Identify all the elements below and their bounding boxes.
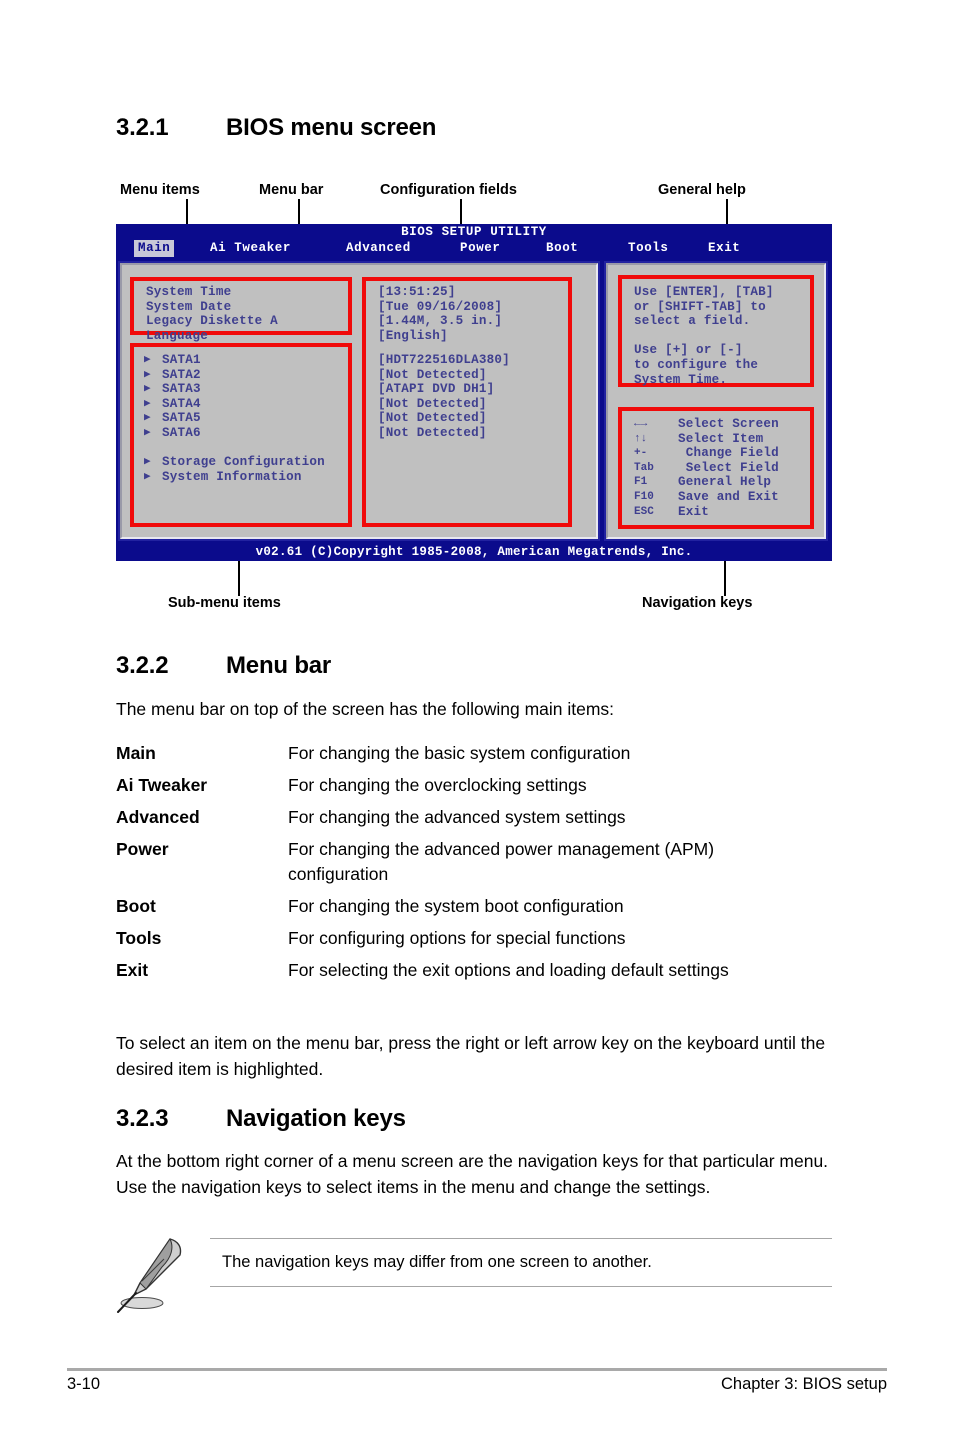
heading-3-2-3-title: Navigation keys [226, 1105, 406, 1132]
navigation-key-labels: Select Screen Select Item Change Field S… [678, 417, 779, 519]
callout-configuration-fields: Configuration fields [380, 182, 517, 198]
definition-row: Power For changing the advanced power ma… [116, 837, 856, 887]
bios-tab-ai-tweaker[interactable]: Ai Tweaker [206, 240, 295, 257]
bios-tab-main[interactable]: Main [134, 240, 175, 257]
definition-term-power: Power [116, 839, 169, 859]
manual-page: 3.2.1 BIOS menu screen Menu items Menu ba… [0, 0, 954, 1438]
bios-tab-boot[interactable]: Boot [542, 240, 582, 257]
callout-general-help: General help [658, 182, 746, 198]
definition-row: Advanced For changing the advanced syste… [116, 805, 856, 830]
bios-main-panel: System Time System Date Legacy Diskette … [120, 263, 598, 539]
submenu-arrow-icon-group-2: ▶ ▶ [144, 456, 151, 483]
callout-navigation-keys: Navigation keys [642, 595, 753, 611]
heading-3-2-2-title: Menu bar [226, 652, 332, 679]
bios-menu-items-config[interactable]: Storage Configuration System Information [162, 455, 325, 484]
select-item-paragraph: To select an item on the menu bar, press… [116, 1033, 826, 1079]
definition-desc-main: For changing the basic system configurat… [288, 743, 631, 763]
definition-desc-tools: For configuring options for special func… [288, 928, 626, 948]
note-text: The navigation keys may differ from one … [222, 1253, 652, 1271]
heading-3-2-3-number: 3.2.3 [116, 1105, 169, 1132]
definition-row: Tools For configuring options for specia… [116, 926, 856, 951]
definition-term-tools: Tools [116, 928, 162, 948]
bios-menu-bar: Main Ai Tweaker Advanced Power Boot Tool… [116, 240, 832, 258]
bios-config-fields-group2[interactable]: [HDT722516DLA380] [Not Detected] [ATAPI … [378, 353, 510, 441]
definition-row: Exit For selecting the exit options and … [116, 958, 856, 983]
bios-setup-screen: BIOS SETUP UTILITY Main Ai Tweaker Advan… [116, 224, 832, 561]
definition-desc-boot: For changing the system boot configurati… [288, 896, 624, 916]
page-number: 3-10 [67, 1375, 101, 1393]
bios-config-fields-group1[interactable]: [13:51:25] [Tue 09/16/2008] [1.44M, 3.5 … [378, 285, 502, 343]
callout-menu-bar: Menu bar [259, 182, 324, 198]
bios-help-panel: Use [ENTER], [TAB] or [SHIFT-TAB] to sel… [606, 263, 826, 539]
heading-3-2-3: 3.2.3 Navigation keys [116, 1105, 406, 1133]
menu-bar-definition-list: Main For changing the basic system confi… [116, 741, 856, 990]
submenu-arrow-icon-group: ▶ ▶ ▶ ▶ ▶ ▶ [144, 354, 151, 439]
callout-sub-menu-items: Sub-menu items [168, 595, 281, 611]
definition-desc-advanced: For changing the advanced system setting… [288, 807, 626, 827]
definition-desc-exit: For selecting the exit options and loadi… [288, 960, 729, 980]
bios-tab-tools[interactable]: Tools [624, 240, 673, 257]
bios-tab-advanced[interactable]: Advanced [342, 240, 415, 257]
definition-term-exit: Exit [116, 960, 149, 980]
heading-3-2-1-title: BIOS menu screen [226, 114, 437, 141]
definition-term-boot: Boot [116, 896, 156, 916]
definition-row: Ai Tweaker For changing the overclocking… [116, 773, 856, 798]
definition-term-advanced: Advanced [116, 807, 200, 827]
definition-row: Boot For changing the system boot config… [116, 894, 856, 919]
callout-menu-items: Menu items [120, 182, 200, 198]
menu-bar-intro-paragraph: The menu bar on top of the screen has th… [116, 699, 615, 719]
definition-desc-power: For changing the advanced power manageme… [288, 839, 715, 884]
heading-3-2-1-number: 3.2.1 [116, 114, 169, 141]
bios-title: BIOS SETUP UTILITY [401, 225, 547, 239]
footer-divider [67, 1368, 887, 1371]
bios-menu-items-group1[interactable]: System Time System Date Legacy Diskette … [146, 285, 278, 343]
pencil-icon [112, 1233, 198, 1313]
heading-3-2-1: 3.2.1 BIOS menu screen [116, 114, 436, 142]
bios-menu-items-sata[interactable]: SATA1 SATA2 SATA3 SATA4 SATA5 SATA6 [162, 353, 201, 441]
bios-general-help-text: Use [ENTER], [TAB] or [SHIFT-TAB] to sel… [634, 285, 774, 387]
bios-copyright-footer: v02.61 (C)Copyright 1985-2008, American … [255, 545, 693, 559]
navigation-key-glyphs: ←→ ↑↓ +- Tab F1 F10 ESC [634, 418, 654, 518]
heading-3-2-2-number: 3.2.2 [116, 652, 169, 679]
chapter-label: Chapter 3: BIOS setup [720, 1375, 887, 1393]
definition-row: Main For changing the basic system confi… [116, 741, 856, 766]
bios-tab-power[interactable]: Power [456, 240, 505, 257]
definition-desc-ai-tweaker: For changing the overclocking settings [288, 775, 587, 795]
bios-tab-exit[interactable]: Exit [704, 240, 744, 257]
heading-3-2-2: 3.2.2 Menu bar [116, 652, 331, 680]
note-box: The navigation keys may differ from one … [210, 1238, 832, 1287]
definition-term-ai-tweaker: Ai Tweaker [116, 775, 208, 795]
bios-panels: System Time System Date Legacy Diskette … [118, 261, 830, 541]
navigation-keys-paragraph: At the bottom right corner of a menu scr… [116, 1151, 829, 1197]
definition-term-main: Main [116, 743, 156, 763]
